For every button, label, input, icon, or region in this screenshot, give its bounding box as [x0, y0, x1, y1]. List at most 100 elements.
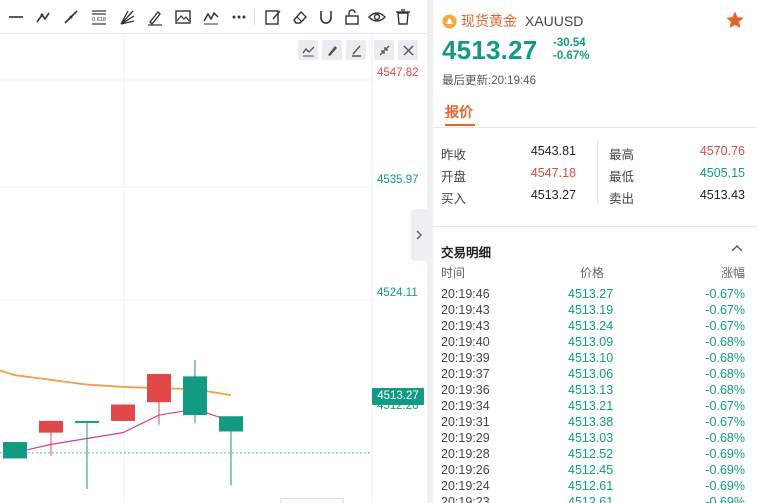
drawing-toolbar: 0.618	[0, 0, 427, 34]
candle-body	[75, 420, 99, 423]
trade-time: 20:19:24	[441, 479, 490, 493]
fib-ratio-label: 0.618	[92, 17, 106, 23]
candlestick-plot	[0, 34, 373, 503]
trade-price: 4513.10	[568, 351, 614, 365]
trade-price: 4512.45	[568, 463, 614, 477]
collapse-panel-tab[interactable]	[411, 209, 427, 261]
trade-change: -0.68%	[705, 431, 745, 445]
tab-quote[interactable]: 报价	[445, 102, 473, 122]
trade-price: 4513.21	[568, 399, 614, 413]
fibonacci-icon[interactable]: 0.618	[89, 7, 109, 27]
trade-change: -0.69%	[705, 463, 745, 477]
col-time-header: 时间	[441, 266, 466, 280]
price-change: -30.54	[553, 37, 586, 49]
tab-divider	[433, 127, 757, 128]
polyline-icon[interactable]	[33, 7, 53, 27]
instrument-code: XAUUSD	[525, 13, 584, 29]
trade-price: 4513.13	[568, 383, 614, 397]
trade-row: 20:19:39 4513.10 -0.68%	[433, 350, 757, 366]
trade-row: 20:19:37 4513.06 -0.68%	[433, 366, 757, 382]
trade-change: -0.67%	[705, 287, 745, 301]
trade-row: 20:19:26 4512.45 -0.69%	[433, 462, 757, 478]
high-value: 4570.76	[699, 144, 745, 158]
indicator-button[interactable]	[298, 40, 318, 60]
trade-change: -0.67%	[705, 303, 745, 317]
quote-panel: 现货黄金 XAUUSD 4513.27 -30.54 -0.67% 最后更新:2…	[433, 0, 757, 503]
ask-value: 4513.43	[699, 188, 745, 202]
wave-icon[interactable]	[201, 7, 221, 27]
trade-row: 20:19:31 4513.38 -0.67%	[433, 414, 757, 430]
eye-icon[interactable]	[367, 7, 387, 27]
trade-change: -0.69%	[705, 495, 745, 503]
trade-change: -0.68%	[705, 335, 745, 349]
chevron-up-icon[interactable]	[731, 243, 743, 255]
trade-price: 4513.24	[568, 319, 614, 333]
trade-time: 20:19:26	[441, 463, 490, 477]
y-axis-label: 4535.97	[377, 174, 419, 186]
lock-icon[interactable]	[342, 7, 362, 27]
trades-title: 交易明细	[441, 246, 492, 260]
last-price: 4513.27	[442, 35, 538, 65]
active-tab-indicator	[445, 124, 475, 126]
open-value: 4547.18	[530, 166, 576, 180]
horizontal-line-icon[interactable]	[6, 7, 26, 27]
last-updated: 最后更新:20:19:46	[442, 75, 536, 87]
trade-change: -0.68%	[705, 383, 745, 397]
current-price-tag: 4513.27	[372, 388, 424, 405]
low-label: 最低	[609, 170, 635, 184]
y-axis-label-top: 4547.82	[377, 67, 419, 79]
trade-price: 4513.19	[568, 303, 614, 317]
trade-change: -0.69%	[705, 447, 745, 461]
trade-price: 4512.61	[568, 495, 614, 503]
trade-time: 20:19:29	[441, 431, 490, 445]
fan-icon[interactable]	[117, 7, 137, 27]
gold-icon	[442, 14, 457, 28]
quote-column-divider	[597, 141, 598, 203]
edit-button[interactable]	[346, 40, 366, 60]
trade-time: 20:19:43	[441, 319, 490, 333]
trade-time: 20:19:36	[441, 383, 490, 397]
candle-body	[111, 404, 135, 421]
image-icon[interactable]	[173, 7, 193, 27]
trade-change: -0.67%	[705, 319, 745, 333]
y-axis-label: 4524.11	[377, 287, 418, 299]
trade-row: 20:19:43 4513.19 -0.67%	[433, 302, 757, 318]
more-icon[interactable]	[229, 7, 249, 27]
bid-value: 4513.27	[530, 188, 576, 202]
trend-line-icon[interactable]	[61, 7, 81, 27]
kline-chart[interactable]: 4547.82 4535.97 4524.11 4512.26 4513.27	[0, 34, 427, 503]
horizontal-scrollbar[interactable]	[280, 498, 344, 503]
trade-time: 20:19:28	[441, 447, 490, 461]
magnet-icon[interactable]	[316, 7, 336, 27]
bid-label: 买入	[441, 192, 467, 206]
shrink-icon[interactable]	[374, 40, 394, 60]
brush-icon[interactable]	[145, 7, 165, 27]
trade-price: 4513.27	[568, 287, 614, 301]
instrument-title: 现货黄金 XAUUSD	[442, 11, 583, 31]
trade-change: -0.67%	[705, 399, 745, 413]
trade-price: 4513.06	[568, 367, 614, 381]
ask-label: 卖出	[609, 192, 635, 206]
trade-row: 20:19:34 4513.21 -0.67%	[433, 398, 757, 414]
trade-change: -0.68%	[705, 367, 745, 381]
close-icon[interactable]	[398, 40, 418, 60]
eraser-icon[interactable]	[290, 7, 310, 27]
high-label: 最高	[609, 148, 635, 162]
trade-time: 20:19:34	[441, 399, 490, 413]
chart-tools	[294, 40, 418, 60]
col-change-header: 涨幅	[720, 266, 745, 280]
trade-time: 20:19:40	[441, 335, 490, 349]
prev-close-value: 4543.81	[530, 144, 576, 158]
candle-body	[3, 442, 27, 459]
price-change-percent: -0.67%	[553, 50, 590, 62]
trade-change: -0.67%	[705, 415, 745, 429]
draw-pen-button[interactable]	[322, 40, 342, 60]
toolbar-divider	[254, 9, 255, 25]
trash-icon[interactable]	[393, 7, 413, 27]
trade-row: 20:19:28 4512.52 -0.69%	[433, 446, 757, 462]
trade-row: 20:19:24 4512.61 -0.69%	[433, 478, 757, 494]
note-icon[interactable]	[263, 7, 283, 27]
favorite-star-icon[interactable]	[725, 10, 745, 30]
low-value: 4505.15	[699, 166, 745, 180]
prev-close-label: 昨收	[441, 148, 467, 162]
